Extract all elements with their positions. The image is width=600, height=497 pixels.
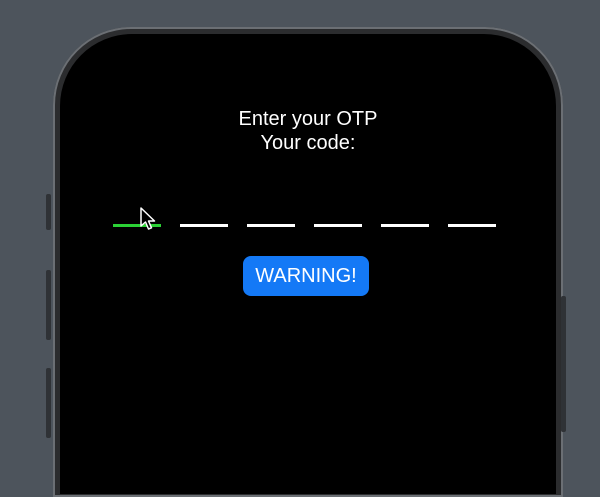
mute-switch (46, 194, 51, 230)
otp-digit-4[interactable] (314, 224, 362, 227)
otp-title: Enter your OTP (238, 108, 378, 130)
otp-digit-2[interactable] (180, 224, 228, 227)
otp-digit-6[interactable] (448, 224, 496, 227)
otp-digit-5[interactable] (381, 224, 429, 227)
device-screen: Enter your OTP Your code: WARNING! (60, 34, 556, 494)
warning-button[interactable]: WARNING! (243, 256, 369, 296)
volume-down-button (46, 368, 51, 438)
volume-up-button (46, 270, 51, 340)
otp-heading: Enter your OTP Your code: (60, 107, 556, 155)
otp-digit-3[interactable] (247, 224, 295, 227)
otp-input-group (113, 224, 503, 228)
otp-subtitle: Your code: (260, 132, 356, 154)
otp-digit-1[interactable] (113, 224, 161, 227)
power-button (561, 296, 566, 432)
